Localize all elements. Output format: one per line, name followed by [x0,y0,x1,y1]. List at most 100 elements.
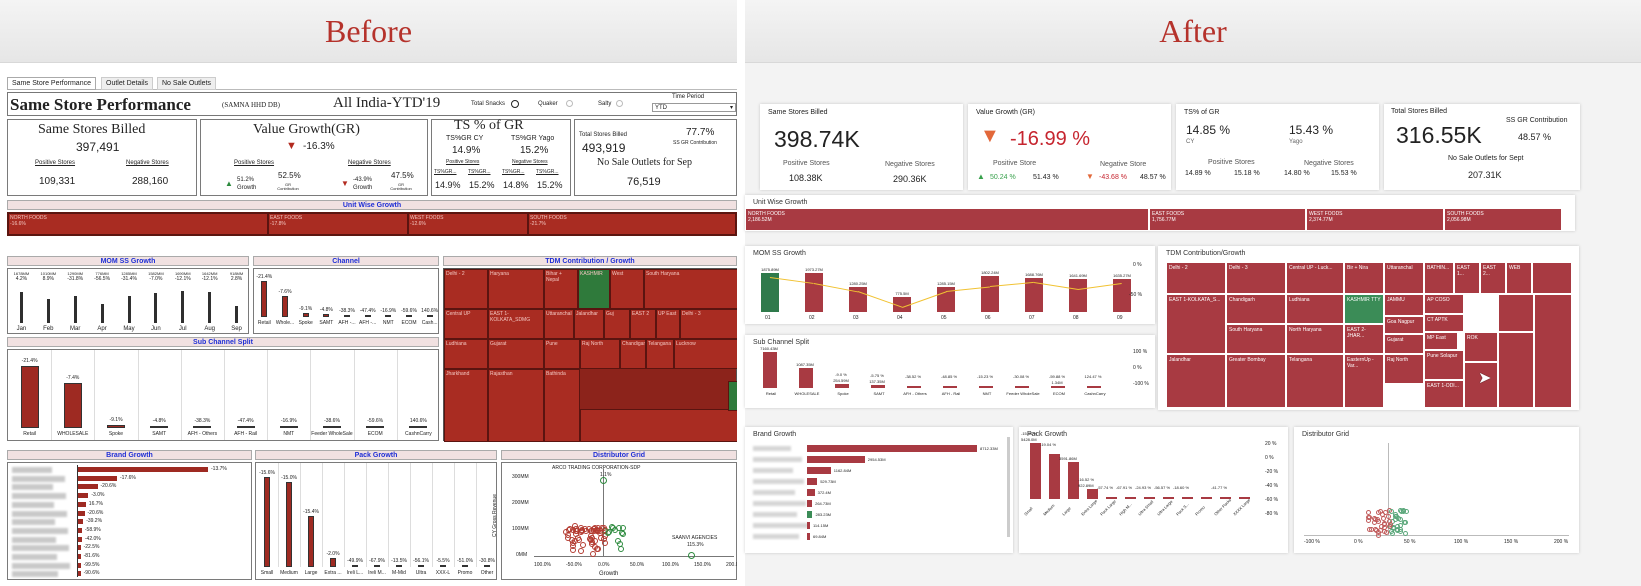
tab-no-sale-outlets[interactable]: No Sale Outlets [157,77,217,90]
tdm-tile: Jalandhar [574,309,604,339]
a-pack-bar [1087,489,1098,499]
pack-pct-label: -13.5% [391,558,407,564]
a-pack-pct-label: -19.04 % [1040,442,1057,448]
pack-cat-label: Extra ... [324,570,342,576]
subch-divider [353,350,355,440]
report-tabs: Same Store Performance Outlet Details No… [7,77,737,90]
a-tdm-tile [1498,332,1534,408]
a-brand-name-blurred [753,512,797,517]
dist-point [600,477,607,484]
brand-pct-label: -58.9% [84,526,101,533]
mom-bar [127,296,131,323]
a-tdm-tile: KASHMIR TTY [1344,294,1384,324]
a-kpi-contrib-value: 48.57 % [1518,132,1552,142]
kpi-total-pct-label: SS GR Contribution [673,140,717,146]
a-kpi-nosale-value: 207.31K [1468,170,1502,180]
a-subch-bar [871,385,885,388]
a-tdm-tile: Bir + Nira [1344,262,1384,294]
a-pack-cat-label: Small [1023,505,1034,517]
a-pack-cat-label: Ultra Small [1137,499,1155,517]
radio-salty[interactable] [616,100,623,107]
radio-total-snacks[interactable] [511,100,519,108]
a-pack-value-label: 5428.0M [1021,437,1037,442]
a-pack-axis-label: 0 % [1265,455,1274,461]
pack-bar [374,565,380,567]
channel-pct-label: -47.4% [359,308,376,314]
channel-pct-label: -7.6% [278,289,292,296]
brand-bar [78,493,89,499]
dist-point [580,541,587,548]
a-kpi-billed-neg: 290.36K [893,174,927,184]
brand-bar [78,536,82,542]
a-subch-bar [799,368,813,388]
tab-same-store[interactable]: Same Store Performance [7,77,96,90]
subch-cat-label: AFH - Others [187,431,218,437]
a-kpi-ts-pos-label: Positive Stores [1208,159,1255,166]
pack-cat-label: Small [260,570,274,576]
pack-divider [432,463,433,567]
subch-divider [137,350,139,440]
brand-name-blurred [12,510,67,517]
pack-bar [330,557,336,567]
mom-pct-label: 2.8% [230,276,243,282]
subch-bar [409,426,428,428]
brand-pct-label: -42.0% [84,535,101,542]
pack-cat-label: Promo [457,570,473,576]
a-dist-xtick: 50 % [1404,539,1416,545]
pack-divider [366,463,367,567]
channel-cat-label: Cash... [421,320,438,326]
subch-cat-label: Retail [23,431,36,437]
a-subch-bar [907,386,921,388]
a-kpi-billed-pos: 108.38K [789,173,823,183]
subch-pct-label: -7.4% [66,375,80,382]
kpi-vg-pos-label: Positive Stores [234,160,275,166]
channel-bar [406,315,412,317]
region-label: All India-YTD'19 [333,95,441,111]
brand-name-blurred [12,554,57,560]
kpi-ts-title: TS % of GR [454,118,524,133]
dist-chart: CY Gross Revenue 300MM 200MM 100MM 0MM A… [492,462,743,580]
a-brand-bar [807,489,815,496]
brand-pct-label: -39.2% [86,518,103,525]
filter-salty[interactable]: Salty [598,101,611,107]
channel-chart: -21.4% Retail -7.6% Whole... -9.1% Spoke -4.8%… [253,268,439,334]
a-pack-cat-label: Pack S... [1175,501,1190,517]
tdm-tile: Delhi - 3 [680,309,738,339]
tdm-title: TDM Contribution / Growth [443,256,737,266]
a-subch-axis-label: 100 % [1133,349,1148,355]
a-brand-value-label: 69.84M [813,534,827,539]
a-subch-cat-label: AFH - Rail [941,391,961,396]
filter-total-snacks[interactable]: Total Snacks [471,101,505,107]
brand-name-blurred [12,475,65,482]
a-pack-bar [1182,497,1193,499]
a-pack-cat-label: High M... [1118,501,1133,517]
tdm-tile: Telangana [646,339,674,369]
cursor-icon: ➤ [1478,370,1492,387]
brand-bar [78,545,81,551]
after-header-label: After [1159,13,1227,49]
a-tdm-tile: Raj North [1384,354,1424,384]
subch-cat-label: CashnCarry [405,431,432,437]
subch-bar [279,426,298,428]
time-period-dropdown[interactable]: YTD ▾ [652,103,736,112]
subch-cat-label: Feeder WholeSale [311,431,353,437]
kpi-value-growth-card: Value Growth(GR) ▼ -16.3% Positive Store… [200,119,428,196]
a-pack-bar [1125,497,1136,499]
a-pack-cat-label: Promo [1194,504,1206,517]
a-kpi-total-value: 316.55K [1396,122,1482,148]
a-kpi-vg-pos-contrib: 51.43 % [1033,174,1059,181]
pack-pct-label: -30.8% [479,558,495,564]
a-kpi-ts-val-2: 14.80 % [1284,170,1310,177]
a-subch-pct-label: -15.23 % [976,374,993,379]
a-tdm-tile: North Haryana [1286,324,1344,354]
tab-outlet-details[interactable]: Outlet Details [101,77,154,90]
kpi-ts-val-3: 15.2% [537,180,563,190]
radio-quaker[interactable] [566,100,573,107]
pack-divider [344,463,345,567]
filter-quaker[interactable]: Quaker [538,101,558,107]
a-brand-name-blurred [753,468,793,473]
subch-bar [366,426,385,428]
a-tdm-tile: EAST 2... [1480,262,1506,294]
kpi-vg-neg-label: Negative Stores [348,160,391,166]
mom-bar [154,293,158,323]
